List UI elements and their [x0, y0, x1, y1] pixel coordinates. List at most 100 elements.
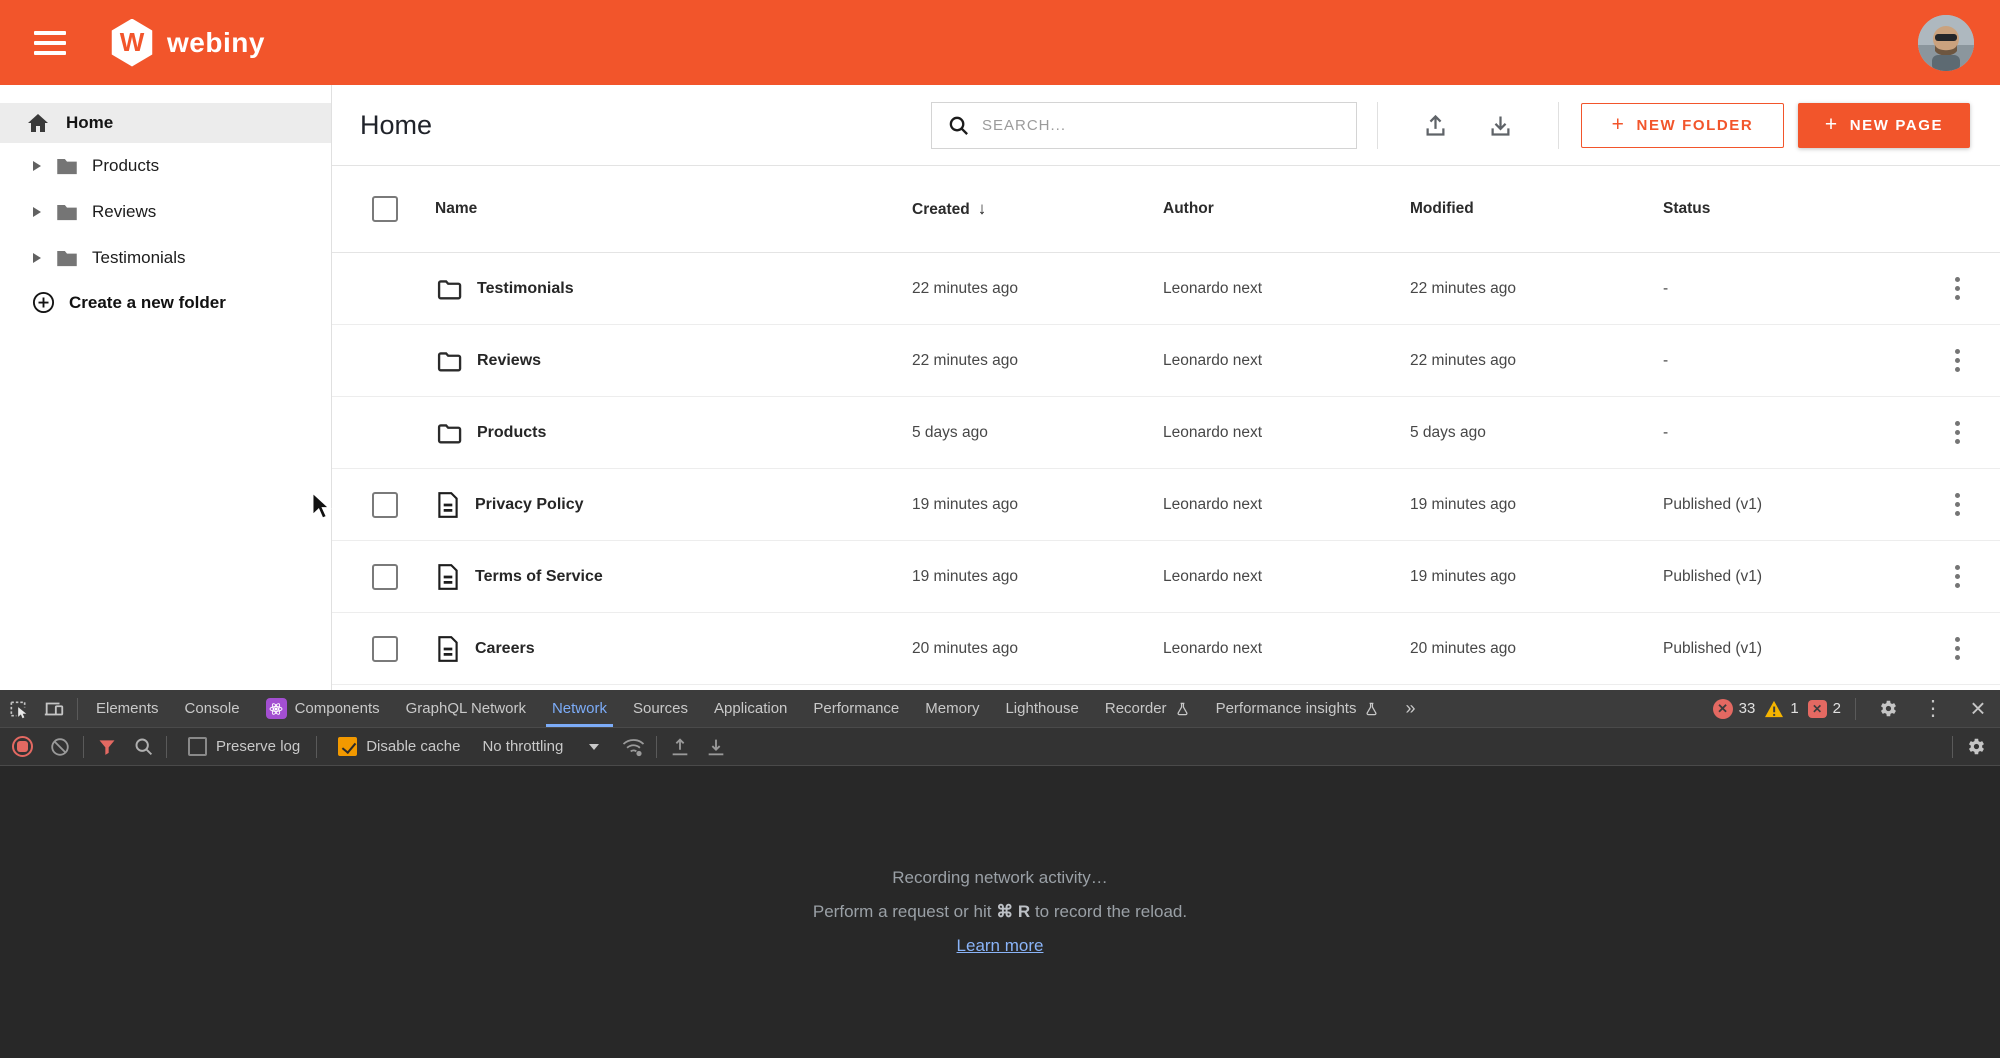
- cell-status: -: [1663, 424, 1945, 442]
- plus-icon: +: [1825, 113, 1839, 137]
- new-page-button[interactable]: + NEW PAGE: [1798, 103, 1970, 148]
- tab-lighthouse[interactable]: Lighthouse: [992, 690, 1091, 727]
- row-menu-kebab-icon[interactable]: [1955, 277, 2000, 300]
- network-conditions-icon[interactable]: [615, 728, 651, 765]
- row-menu-kebab-icon[interactable]: [1955, 349, 2000, 372]
- row-name-link[interactable]: Reviews: [435, 347, 912, 375]
- page-list-panel: Home + NEW FOLDER + NEW PAGE Name Create…: [332, 85, 2000, 690]
- devtools-more-menu-icon[interactable]: ⋮: [1915, 696, 1951, 721]
- divider: [1377, 102, 1378, 149]
- divider: [1558, 102, 1559, 149]
- sidebar-item-products[interactable]: Products: [0, 143, 331, 189]
- more-tabs-button[interactable]: »: [1392, 690, 1428, 727]
- tab-recorder[interactable]: Recorder: [1092, 690, 1203, 727]
- console-errors-badge[interactable]: ✕ 33: [1713, 699, 1756, 719]
- cell-created: 22 minutes ago: [912, 352, 1163, 370]
- row-menu-kebab-icon[interactable]: [1955, 637, 2000, 660]
- record-network-log-button[interactable]: [12, 736, 33, 757]
- row-menu-kebab-icon[interactable]: [1955, 421, 2000, 444]
- table-row: Reviews 22 minutes ago Leonardo next 22 …: [332, 325, 2000, 397]
- search-network-icon[interactable]: [125, 728, 161, 765]
- create-folder-label: Create a new folder: [69, 293, 226, 313]
- tab-console[interactable]: Console: [172, 690, 253, 727]
- tab-memory[interactable]: Memory: [912, 690, 992, 727]
- select-all-checkbox[interactable]: [372, 196, 398, 222]
- folder-tree-sidebar: Home Products Reviews Testimonials Creat…: [0, 85, 332, 690]
- column-header-modified[interactable]: Modified: [1410, 200, 1663, 218]
- document-icon: [435, 491, 461, 519]
- row-checkbox[interactable]: [372, 564, 398, 590]
- export-icon[interactable]: [1487, 112, 1514, 139]
- column-header-created[interactable]: Created↓: [912, 199, 1163, 219]
- row-name-link[interactable]: Testimonials: [435, 275, 912, 303]
- disable-cache-label[interactable]: Disable cache: [366, 738, 460, 755]
- row-menu-kebab-icon[interactable]: [1955, 493, 2000, 516]
- row-menu-kebab-icon[interactable]: [1955, 565, 2000, 588]
- table-row: Privacy Policy 19 minutes ago Leonardo n…: [332, 469, 2000, 541]
- sidebar-item-home[interactable]: Home: [0, 103, 331, 143]
- devtools-settings-icon[interactable]: [1870, 698, 1906, 719]
- cell-modified: 5 days ago: [1410, 424, 1663, 442]
- tab-application[interactable]: Application: [701, 690, 800, 727]
- folder-icon: [435, 347, 463, 375]
- tab-sources[interactable]: Sources: [620, 690, 701, 727]
- row-name-link[interactable]: Terms of Service: [435, 563, 912, 591]
- network-panel-body: Recording network activity… Perform a re…: [0, 766, 2000, 1058]
- chevron-right-icon[interactable]: [33, 253, 41, 263]
- document-icon: [435, 563, 461, 591]
- cell-status: Published (v1): [1663, 640, 1945, 658]
- keyboard-shortcut: ⌘ R: [996, 902, 1030, 921]
- user-avatar[interactable]: [1918, 15, 1974, 71]
- folder-icon: [435, 419, 463, 447]
- import-har-icon[interactable]: [662, 728, 698, 765]
- clear-network-log-icon[interactable]: [42, 728, 78, 765]
- chevron-right-icon[interactable]: [33, 161, 41, 171]
- row-name-link[interactable]: Products: [435, 419, 912, 447]
- row-checkbox[interactable]: [372, 636, 398, 662]
- inspect-element-icon[interactable]: [0, 690, 36, 727]
- divider: [656, 736, 657, 758]
- tab-performance[interactable]: Performance: [800, 690, 912, 727]
- search-input[interactable]: [982, 117, 1356, 134]
- learn-more-link[interactable]: Learn more: [957, 936, 1044, 956]
- row-name-link[interactable]: Careers: [435, 635, 912, 663]
- create-new-folder-button[interactable]: Create a new folder: [0, 290, 331, 315]
- chevron-right-icon[interactable]: [33, 207, 41, 217]
- throttling-select[interactable]: No throttling: [482, 738, 563, 755]
- dropdown-caret-icon[interactable]: [589, 744, 599, 750]
- preserve-log-checkbox[interactable]: [188, 737, 207, 756]
- tab-network[interactable]: Network: [539, 690, 620, 727]
- tab-components[interactable]: Components: [253, 690, 393, 727]
- new-folder-button[interactable]: + NEW FOLDER: [1581, 103, 1784, 148]
- table-row: Products 5 days ago Leonardo next 5 days…: [332, 397, 2000, 469]
- cell-author: Leonardo next: [1163, 640, 1410, 658]
- sidebar-item-reviews[interactable]: Reviews: [0, 189, 331, 235]
- cell-modified: 19 minutes ago: [1410, 496, 1663, 514]
- devtools-close-icon[interactable]: ×: [1960, 693, 1996, 724]
- column-header-name[interactable]: Name: [435, 200, 912, 218]
- document-icon: [435, 635, 461, 663]
- hamburger-menu-icon[interactable]: [34, 31, 66, 55]
- preserve-log-label[interactable]: Preserve log: [216, 738, 300, 755]
- cell-author: Leonardo next: [1163, 280, 1410, 298]
- table-row: Terms of Service 19 minutes ago Leonardo…: [332, 541, 2000, 613]
- import-icon[interactable]: [1422, 112, 1449, 139]
- column-header-status[interactable]: Status: [1663, 200, 1945, 218]
- disable-cache-checkbox[interactable]: [338, 737, 357, 756]
- filter-icon[interactable]: [89, 728, 125, 765]
- device-toolbar-icon[interactable]: [36, 690, 72, 727]
- issues-badge[interactable]: ✕ 2: [1808, 700, 1841, 718]
- plus-circle-icon: [31, 290, 56, 315]
- sidebar-item-testimonials[interactable]: Testimonials: [0, 235, 331, 281]
- console-warnings-badge[interactable]: 1: [1764, 700, 1798, 718]
- row-checkbox[interactable]: [372, 492, 398, 518]
- tab-elements[interactable]: Elements: [83, 690, 172, 727]
- export-har-icon[interactable]: [698, 728, 734, 765]
- row-name-link[interactable]: Privacy Policy: [435, 491, 912, 519]
- react-icon: [266, 698, 287, 719]
- column-header-author[interactable]: Author: [1163, 200, 1410, 218]
- tab-performance-insights[interactable]: Performance insights: [1203, 690, 1393, 727]
- tab-graphql-network[interactable]: GraphQL Network: [393, 690, 539, 727]
- folder-icon: [54, 199, 80, 225]
- network-settings-icon[interactable]: [1958, 728, 1994, 765]
